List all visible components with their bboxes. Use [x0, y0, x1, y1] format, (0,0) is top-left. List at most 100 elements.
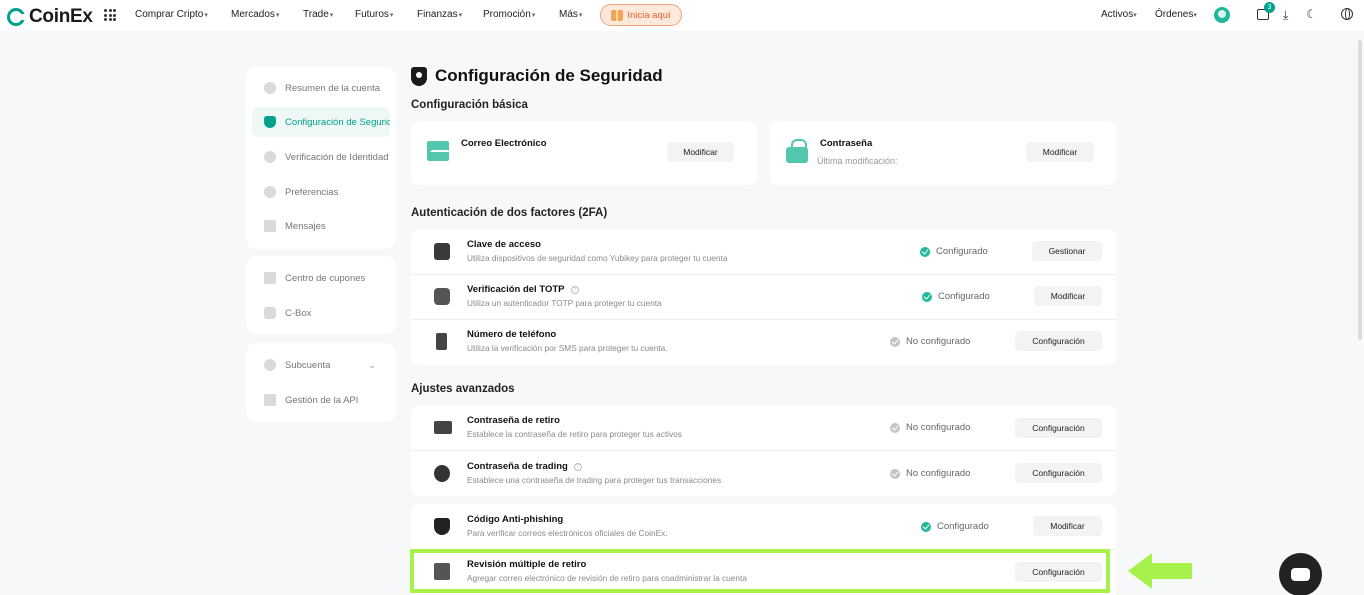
- status-not-configured: No configurado: [890, 336, 970, 347]
- passkey-manage-button[interactable]: Gestionar: [1032, 241, 1102, 261]
- sidebar-group-api: Subcuenta ⌄ Gestión de la API: [246, 343, 396, 422]
- totp-modify-button[interactable]: Modificar: [1034, 286, 1102, 306]
- row-phone: Número de teléfono Utiliza la verificaci…: [411, 319, 1116, 365]
- sidebar-item-cbox[interactable]: C-Box: [252, 298, 390, 328]
- sidebar-item-mensajes[interactable]: Mensajes: [252, 211, 390, 241]
- page-title: Configuración de Seguridad: [411, 66, 663, 86]
- globe-icon[interactable]: [1341, 8, 1353, 20]
- help-icon[interactable]: ?: [570, 286, 579, 294]
- logo-text: CoinEx: [29, 6, 93, 27]
- apps-grid-icon[interactable]: [104, 9, 116, 21]
- nav-finanzas[interactable]: Finanzas▾: [417, 9, 462, 20]
- caret-down-icon: ▾: [275, 12, 280, 19]
- sidebar-item-api[interactable]: Gestión de la API: [252, 385, 390, 415]
- caret-down-icon: ▾: [531, 12, 536, 19]
- check-circle-icon: [890, 336, 900, 347]
- user-avatar[interactable]: [1214, 7, 1230, 23]
- status-configured: Configurado: [920, 246, 988, 257]
- chevron-down-icon: ⌄: [368, 359, 376, 370]
- caret-down-icon: ▾: [389, 12, 394, 19]
- pie-chart-icon: [264, 82, 276, 94]
- trading-password-title: Contraseña de trading?: [467, 461, 582, 472]
- passkey-lock-icon: [434, 243, 450, 260]
- caret-down-icon: ▾: [1193, 12, 1197, 19]
- sidebar-item-resumen[interactable]: Resumen de la cuenta: [252, 73, 390, 103]
- row-passkey: Clave de acceso Utiliza dispositivos de …: [411, 229, 1116, 275]
- sidebar-group-rewards: Centro de cupones C-Box: [246, 256, 396, 334]
- nav-promocion[interactable]: Promoción▾: [483, 9, 535, 20]
- help-icon[interactable]: ?: [573, 463, 582, 471]
- password-last-modified: Última modificación:: [817, 156, 898, 166]
- password-label: Contraseña: [820, 138, 873, 149]
- shield-icon: [411, 66, 427, 86]
- row-anti-phishing: Código Anti-phishing Para verificar corr…: [411, 504, 1116, 550]
- status-not-configured: No configurado: [890, 422, 970, 433]
- email-modify-button[interactable]: Modificar: [667, 142, 734, 162]
- twofa-card: Clave de acceso Utiliza dispositivos de …: [411, 229, 1116, 365]
- caret-down-icon: ▾: [329, 12, 334, 19]
- check-circle-icon: [890, 468, 900, 479]
- caret-down-icon: ▾: [204, 12, 208, 19]
- nav-futuros[interactable]: Futuros▾: [355, 9, 393, 20]
- row-trading-password: Contraseña de trading? Establece una con…: [411, 451, 1116, 497]
- mail-icon: [427, 141, 450, 161]
- password-card: Contraseña Última modificación: Modifica…: [770, 121, 1116, 185]
- page-scrollbar[interactable]: [1358, 40, 1362, 340]
- status-configured: Configurado: [921, 521, 989, 532]
- advanced-card-1: Contraseña de retiro Establece la contra…: [411, 405, 1116, 496]
- phone-setup-button[interactable]: Configuración: [1015, 331, 1102, 351]
- check-circle-icon: [920, 246, 930, 257]
- download-icon[interactable]: ⤓: [1283, 8, 1288, 23]
- trading-password-setup-button[interactable]: Configuración: [1015, 463, 1102, 483]
- nav-trade[interactable]: Trade▾: [303, 9, 333, 20]
- sidebar-item-subcuenta[interactable]: Subcuenta ⌄: [252, 350, 390, 380]
- inicia-aqui-button[interactable]: Inicia aquí: [600, 4, 682, 26]
- anti-phishing-modify-button[interactable]: Modificar: [1033, 516, 1102, 536]
- trading-key-icon: [434, 465, 450, 482]
- sidebar-item-preferencias[interactable]: Preferencias: [252, 177, 390, 207]
- coinex-logo[interactable]: CoinEx: [7, 6, 93, 28]
- message-icon: [264, 220, 276, 232]
- row-totp: Verificación del TOTP? Utiliza un autent…: [411, 274, 1116, 320]
- highlight-box: [410, 549, 1110, 593]
- id-icon: [264, 151, 276, 163]
- moon-icon[interactable]: ☾: [1306, 7, 1317, 21]
- section-basic-title: Configuración básica: [411, 99, 528, 111]
- nav-mercados[interactable]: Mercados▾: [231, 9, 279, 20]
- top-navigation: CoinEx Comprar Cripto▾ Mercados▾ Trade▾ …: [0, 0, 1364, 31]
- row-withdrawal-password: Contraseña de retiro Establece la contra…: [411, 405, 1116, 451]
- subaccount-icon: [264, 359, 276, 371]
- check-circle-icon: [890, 422, 900, 433]
- shield-icon: [434, 518, 450, 535]
- password-modify-button[interactable]: Modificar: [1026, 142, 1094, 162]
- caret-down-icon: ▾: [458, 12, 463, 19]
- email-card: Correo Electrónico Modificar: [411, 121, 757, 185]
- nav-activos[interactable]: Activos▾: [1101, 9, 1137, 20]
- section-advanced-title: Ajustes avanzados: [411, 383, 515, 395]
- withdrawal-password-setup-button[interactable]: Configuración: [1015, 418, 1102, 438]
- check-circle-icon: [922, 291, 932, 302]
- caret-down-icon: ▾: [578, 12, 583, 19]
- caret-down-icon: ▾: [1133, 12, 1137, 19]
- totp-title: Verificación del TOTP?: [467, 284, 579, 295]
- phone-icon: [436, 333, 447, 350]
- authenticator-icon: [434, 288, 450, 305]
- nav-ordenes[interactable]: Órdenes▾: [1155, 9, 1197, 20]
- coupon-icon: [264, 272, 276, 284]
- nav-mas[interactable]: Más▾: [559, 9, 582, 20]
- arrow-left-icon: [1128, 553, 1192, 589]
- settings-icon: [264, 186, 276, 198]
- sidebar-item-cupones[interactable]: Centro de cupones: [252, 263, 390, 293]
- sidebar-group-account: Resumen de la cuenta Configuración de Se…: [246, 67, 396, 249]
- api-icon: [264, 394, 276, 406]
- sidebar-item-seguridad[interactable]: Configuración de Seguridad: [252, 107, 390, 137]
- shield-icon: [264, 116, 276, 128]
- card-icon: [434, 421, 452, 434]
- gift-icon: [611, 9, 624, 21]
- support-chat-button[interactable]: [1279, 553, 1322, 595]
- email-label: Correo Electrónico: [461, 138, 547, 149]
- box-icon: [264, 307, 276, 319]
- sidebar-item-verificacion[interactable]: Verificación de Identidad: [252, 142, 390, 172]
- lock-icon: [786, 139, 808, 163]
- nav-comprar-cripto[interactable]: Comprar Cripto▾: [135, 9, 208, 20]
